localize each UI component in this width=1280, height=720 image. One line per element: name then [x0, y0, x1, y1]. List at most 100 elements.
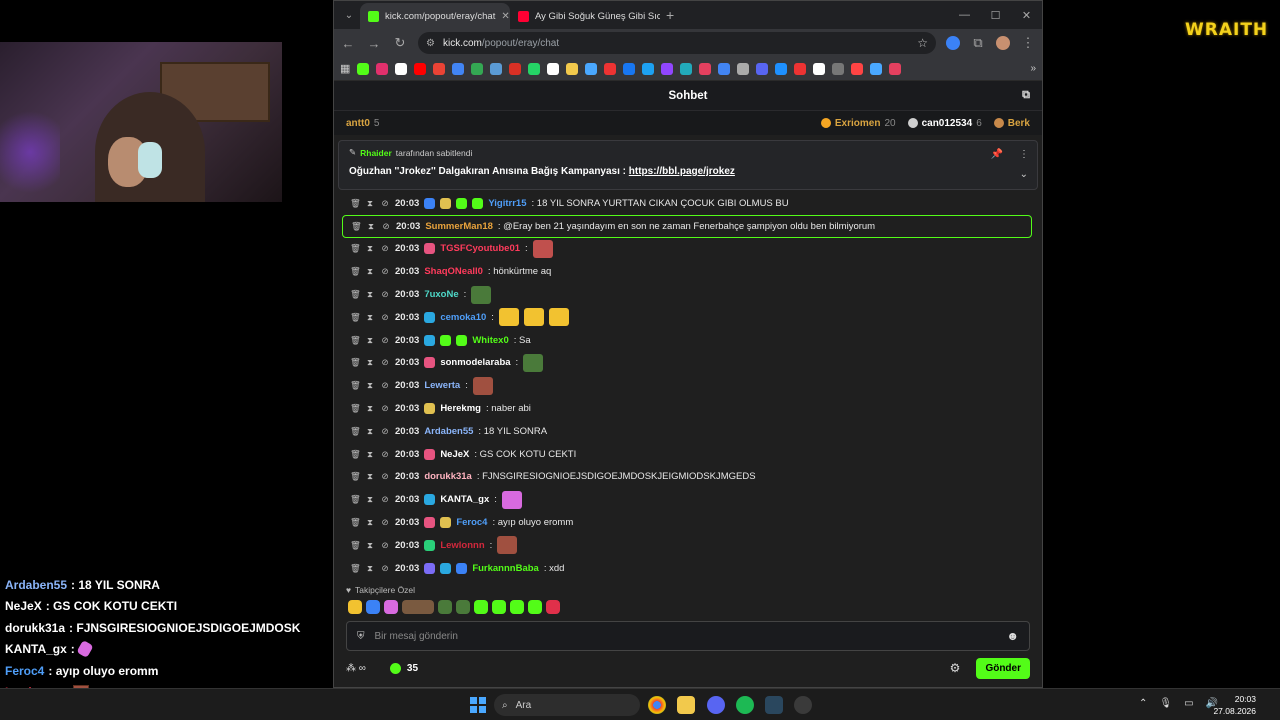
chat-message[interactable]: 🗑 ⧗ ⊘ 20:03 Whitex0: Sa — [334, 329, 1042, 352]
mod-timeout-icon[interactable]: ⧗ — [365, 380, 375, 391]
mod-delete-icon[interactable]: 🗑 — [350, 243, 361, 254]
bookmark-icon[interactable] — [832, 62, 845, 75]
extensions-puzzle-icon[interactable]: ⧉ — [970, 35, 986, 51]
bookmark-icon[interactable] — [623, 62, 636, 75]
bookmark-icon[interactable] — [813, 62, 826, 75]
bookmark-icon[interactable] — [509, 62, 522, 75]
reload-icon[interactable]: ↻ — [392, 35, 408, 51]
chat-message[interactable]: 🗑 ⧗ ⊘ 20:03 NeJeX: GS COK KOTU CEKTI — [334, 443, 1042, 466]
mod-ban-icon[interactable]: ⊘ — [380, 380, 390, 391]
quick-emote-icon[interactable] — [438, 600, 452, 614]
mod-delete-icon[interactable]: 🗑 — [350, 357, 361, 368]
infinity-icon[interactable]: ⁂ ∞ — [346, 663, 366, 674]
message-username[interactable]: TGSFCyoutube01 — [440, 243, 520, 254]
microphone-icon[interactable]: 🎙 — [1159, 698, 1172, 709]
quick-emote-icon[interactable] — [546, 600, 560, 614]
tab-search-icon[interactable]: ⌄ — [338, 1, 360, 29]
bookmark-icon[interactable] — [642, 62, 655, 75]
mod-ban-icon[interactable]: ⊘ — [380, 563, 390, 574]
message-username[interactable]: dorukk31a — [424, 471, 472, 482]
maximize-icon[interactable]: ☐ — [980, 1, 1011, 29]
pinned-menu-icon[interactable]: ⋮ — [1019, 149, 1029, 160]
mod-delete-icon[interactable]: 🗑 — [350, 540, 361, 551]
chat-message[interactable]: 🗑 ⧗ ⊘ 20:03 Lewerta: — [334, 374, 1042, 397]
message-username[interactable]: Ardaben55 — [424, 426, 473, 437]
chat-message[interactable]: 🗑 ⧗ ⊘ 20:03 Feroc4: ayıp oluyo eromm — [334, 511, 1042, 534]
chat-message[interactable]: 🗑 ⧗ ⊘ 20:03 Lewlonnn: — [334, 534, 1042, 557]
bookmark-icon[interactable] — [452, 62, 465, 75]
bookmark-icon[interactable] — [775, 62, 788, 75]
bookmark-icon[interactable] — [414, 62, 427, 75]
mod-delete-icon[interactable]: 🗑 — [350, 449, 361, 460]
mod-delete-icon[interactable]: 🗑 — [350, 266, 361, 277]
bookmark-icon[interactable] — [376, 62, 389, 75]
mod-delete-icon[interactable]: 🗑 — [350, 471, 361, 482]
mod-ban-icon[interactable]: ⊘ — [380, 517, 390, 528]
bookmark-icon[interactable] — [471, 62, 484, 75]
mod-timeout-icon[interactable]: ⧗ — [365, 198, 375, 209]
mod-delete-icon[interactable]: 🗑 — [350, 289, 361, 300]
chat-settings-icon[interactable]: ⚙ — [950, 661, 961, 675]
chat-message[interactable]: 🗑 ⧗ ⊘ 20:03 KANTA_gx: — [334, 488, 1042, 511]
quick-emote-icon[interactable] — [348, 600, 362, 614]
mod-ban-icon[interactable]: ⊘ — [380, 494, 390, 505]
new-tab-icon[interactable]: + — [666, 1, 674, 29]
chat-message[interactable]: 🗑 ⧗ ⊘ 20:03 7uxoNe: — [334, 283, 1042, 306]
leader-name[interactable]: can012534 — [922, 118, 973, 129]
mod-timeout-icon[interactable]: ⧗ — [365, 449, 375, 460]
chat-message[interactable]: 🗑 ⧗ ⊘ 20:03 cemoka10: — [334, 306, 1042, 329]
message-username[interactable]: Whitex0 — [472, 335, 508, 346]
extension-icon[interactable] — [946, 36, 960, 50]
mod-timeout-icon[interactable]: ⧗ — [365, 563, 375, 574]
mod-delete-icon[interactable]: 🗑 — [350, 563, 361, 574]
mod-timeout-icon[interactable]: ⧗ — [365, 403, 375, 414]
message-username[interactable]: 7uxoNe — [424, 289, 458, 300]
mod-ban-icon[interactable]: ⊘ — [380, 449, 390, 460]
message-username[interactable]: FurkannnBaba — [472, 563, 539, 574]
mod-ban-icon[interactable]: ⊘ — [380, 312, 390, 323]
chat-message[interactable]: 🗑 ⧗ ⊘ 20:03 ShaqONeall0: hönkürtme aq — [334, 260, 1042, 283]
mod-timeout-icon[interactable]: ⧗ — [365, 471, 375, 482]
file-explorer-icon[interactable] — [677, 696, 695, 714]
taskbar-search[interactable]: ⌕ Ara — [494, 694, 640, 716]
back-icon[interactable]: ← — [340, 36, 356, 51]
mod-ban-icon[interactable]: ⊘ — [381, 221, 391, 232]
quick-emote-icon[interactable] — [474, 600, 488, 614]
network-icon[interactable]: ▭ — [1184, 698, 1193, 709]
apps-grid-icon[interactable]: ▦ — [340, 62, 350, 75]
unpin-icon[interactable]: 📌 — [991, 149, 1003, 160]
mod-ban-icon[interactable]: ⊘ — [380, 243, 390, 254]
chat-popout-icon[interactable]: ⧉ — [1022, 89, 1030, 102]
message-username[interactable]: Herekmg — [440, 403, 481, 414]
mod-timeout-icon[interactable]: ⧗ — [365, 494, 375, 505]
mod-delete-icon[interactable]: 🗑 — [350, 380, 361, 391]
mod-ban-icon[interactable]: ⊘ — [380, 540, 390, 551]
mod-ban-icon[interactable]: ⊘ — [380, 266, 390, 277]
bookmark-icon[interactable] — [718, 62, 731, 75]
chat-message[interactable]: 🗑 ⧗ ⊘ 20:03 Ardaben55: 18 YIL SONRA — [334, 420, 1042, 443]
send-button[interactable]: Gönder — [976, 657, 1030, 679]
chevron-up-icon[interactable]: ⌃ — [1139, 698, 1147, 709]
mod-timeout-icon[interactable]: ⧗ — [365, 357, 375, 368]
mod-delete-icon[interactable]: 🗑 — [350, 494, 361, 505]
quick-emote-icon[interactable] — [366, 600, 380, 614]
bookmark-icon[interactable] — [737, 62, 750, 75]
mod-ban-icon[interactable]: ⊘ — [380, 471, 390, 482]
mod-ban-icon[interactable]: ⊘ — [380, 426, 390, 437]
chat-message[interactable]: 🗑 ⧗ ⊘ 20:03 Yigitrr15: 18 YIL SONRA YURTTAN … — [334, 192, 1042, 215]
steam-icon[interactable] — [765, 696, 783, 714]
profile-avatar[interactable] — [996, 36, 1010, 50]
mod-timeout-icon[interactable]: ⧗ — [366, 221, 376, 232]
quick-emote-icon[interactable] — [528, 600, 542, 614]
chevron-down-icon[interactable]: ⌄ — [1020, 169, 1028, 180]
url-field[interactable]: ⚙ kick.com/popout/eray/chat ☆ — [418, 32, 936, 54]
site-info-icon[interactable]: ⚙ — [426, 38, 435, 49]
bookmark-icon[interactable] — [680, 62, 693, 75]
message-username[interactable]: Lewerta — [424, 380, 460, 391]
mod-timeout-icon[interactable]: ⧗ — [365, 426, 375, 437]
bookmark-icon[interactable] — [566, 62, 579, 75]
mod-delete-icon[interactable]: 🗑 — [350, 426, 361, 437]
bookmark-icon[interactable] — [870, 62, 883, 75]
message-username[interactable]: ShaqONeall0 — [424, 266, 483, 277]
chat-message[interactable]: 🗑 ⧗ ⊘ 20:03 Herekmg: naber abi — [334, 397, 1042, 420]
